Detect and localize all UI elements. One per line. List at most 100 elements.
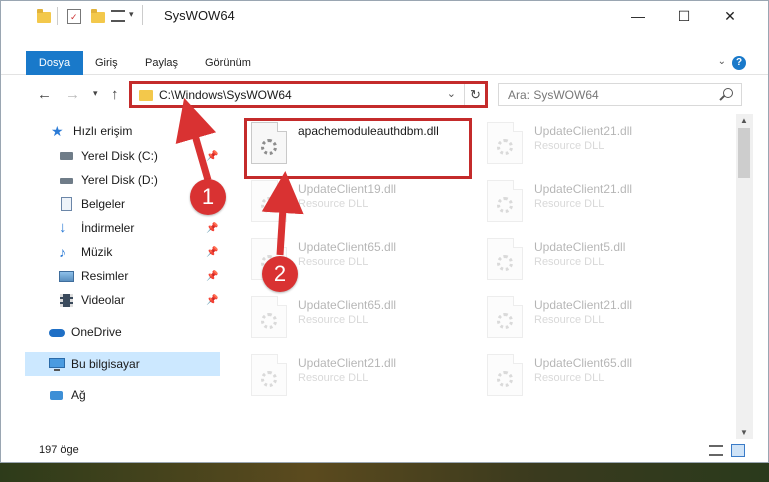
drive-icon [59, 173, 75, 187]
network-icon [49, 388, 65, 402]
file-type: Resource DLL [534, 372, 605, 384]
details-view-icon[interactable] [709, 445, 723, 456]
back-icon[interactable]: ← [37, 86, 52, 103]
gear-icon [497, 313, 513, 329]
search-icon[interactable] [723, 88, 733, 98]
file-item[interactable]: UpdateClient65.dll Resource DLL [479, 350, 709, 402]
file-item[interactable]: UpdateClient21.dll Resource DLL [243, 350, 473, 402]
maximize-button[interactable]: ☐ [661, 1, 707, 31]
title-bar: ✓ ▾ SysWOW64 — ☐ ✕ [1, 1, 768, 31]
sidebar-item-label: İndirmeler [81, 221, 135, 235]
pin-icon[interactable]: 📌 [206, 295, 218, 306]
forward-icon[interactable]: → [65, 86, 80, 103]
file-item[interactable]: UpdateClient21.dll Resource DLL [479, 176, 709, 228]
sidebar-item-pictures[interactable]: Resimler [59, 265, 128, 287]
videos-icon [59, 293, 75, 307]
search-box[interactable]: Ara: SysWOW64 [498, 83, 742, 106]
explorer-window: ✓ ▾ SysWOW64 — ☐ ✕ Dosya Giriş Paylaş Gö… [0, 0, 769, 463]
expand-ribbon-icon[interactable]: ⌄ [718, 56, 726, 67]
file-name: UpdateClient21.dll [534, 298, 633, 312]
item-count: 197 öge [39, 444, 79, 456]
dll-file-icon [251, 354, 287, 396]
file-name: UpdateClient65.dll [534, 356, 633, 370]
cloud-icon [49, 325, 65, 339]
sidebar-item-label: OneDrive [71, 325, 122, 339]
scroll-down-icon[interactable]: ▼ [740, 428, 748, 437]
scrollbar-thumb[interactable] [738, 128, 750, 178]
gear-icon [497, 139, 513, 155]
folder-icon [37, 9, 51, 23]
sidebar-item-network[interactable]: Ağ [49, 384, 86, 406]
new-folder-icon[interactable] [91, 9, 105, 23]
file-item[interactable]: UpdateClient21.dll Resource DLL [479, 118, 709, 170]
file-item[interactable]: UpdateClient65.dll Resource DLL [243, 292, 473, 344]
sidebar-item-label: Videolar [81, 293, 125, 307]
recent-locations-icon[interactable]: ▾ [93, 88, 98, 99]
status-bar: 197 öge [1, 439, 768, 463]
file-type: Resource DLL [534, 198, 605, 210]
navigation-bar: ← → ▾ ↑ C:\Windows\SysWOW64 ⌄ ↻ Ara: Sys… [1, 81, 768, 109]
sidebar-item-d-drive[interactable]: Yerel Disk (D:) [59, 169, 158, 191]
dll-file-icon [251, 180, 287, 222]
window-title: SysWOW64 [164, 8, 235, 23]
documents-icon [59, 197, 75, 211]
file-name: UpdateClient21.dll [298, 356, 397, 370]
file-name: UpdateClient21.dll [534, 182, 633, 196]
gear-icon [497, 255, 513, 271]
navigation-pane: ★ Hızlı erişim Yerel Disk (C:) 📌 Yerel D… [1, 114, 223, 439]
dll-file-icon [251, 296, 287, 338]
gear-icon [261, 371, 277, 387]
step-badge-2: 2 [262, 256, 298, 292]
scroll-up-icon[interactable]: ▲ [740, 116, 748, 125]
file-name: UpdateClient21.dll [534, 124, 633, 138]
sidebar-item-label: Hızlı erişim [73, 124, 133, 138]
address-highlight-box [129, 81, 488, 108]
sidebar-item-c-drive[interactable]: Yerel Disk (C:) [59, 145, 158, 167]
help-icon[interactable]: ? [732, 56, 746, 70]
sidebar-item-this-pc[interactable]: Bu bilgisayar [49, 353, 140, 375]
customize-toolbar-icon[interactable]: ▾ [129, 9, 134, 25]
sidebar-item-music[interactable]: ♪ Müzik [59, 241, 112, 263]
tab-home[interactable]: Giriş [85, 51, 128, 75]
separator [142, 5, 143, 25]
gear-icon [261, 313, 277, 329]
gear-icon [261, 197, 277, 213]
file-item[interactable]: UpdateClient19.dll Resource DLL [243, 176, 473, 228]
pin-icon[interactable]: 📌 [206, 271, 218, 282]
pin-icon[interactable]: 📌 [206, 247, 218, 258]
pin-icon[interactable]: 📌 [206, 223, 218, 234]
music-icon: ♪ [59, 244, 66, 260]
sidebar-item-onedrive[interactable]: OneDrive [49, 321, 122, 343]
file-type: Resource DLL [534, 314, 605, 326]
view-options-icon[interactable] [111, 10, 125, 22]
search-input[interactable]: Ara: SysWOW64 [508, 88, 599, 102]
sidebar-item-documents[interactable]: Belgeler [59, 193, 125, 215]
vertical-scrollbar[interactable]: ▲ ▼ [736, 114, 753, 439]
sidebar-item-label: Ağ [71, 388, 86, 402]
sidebar-item-label: Yerel Disk (D:) [81, 173, 158, 187]
minimize-button[interactable]: — [615, 1, 661, 31]
pin-icon[interactable]: 📌 [206, 151, 218, 162]
file-item[interactable]: UpdateClient21.dll Resource DLL [479, 292, 709, 344]
properties-icon[interactable]: ✓ [67, 9, 81, 24]
up-icon[interactable]: ↑ [111, 86, 119, 103]
computer-icon [49, 357, 65, 371]
tab-share[interactable]: Paylaş [135, 51, 188, 75]
large-icons-view-icon[interactable] [731, 444, 745, 457]
close-button[interactable]: ✕ [707, 1, 753, 31]
sidebar-item-downloads[interactable]: ↓ İndirmeler [59, 217, 134, 239]
sidebar-item-videos[interactable]: Videolar [59, 289, 125, 311]
sidebar-item-label: Bu bilgisayar [71, 357, 140, 371]
tab-view[interactable]: Görünüm [195, 51, 261, 75]
file-highlight-box [244, 118, 472, 179]
tab-file[interactable]: Dosya [26, 51, 83, 75]
file-type: Resource DLL [298, 256, 369, 268]
sidebar-item-label: Müzik [81, 245, 113, 259]
step-badge-1: 1 [190, 179, 226, 215]
desktop-background [0, 463, 769, 482]
sidebar-item-quick-access[interactable]: ★ Hızlı erişim [51, 120, 132, 142]
file-type: Resource DLL [534, 140, 605, 152]
file-item[interactable]: UpdateClient5.dll Resource DLL [479, 234, 709, 286]
file-type: Resource DLL [534, 256, 605, 268]
ribbon-tabs: Dosya Giriş Paylaş Görünüm ⌄ ? [1, 51, 768, 75]
